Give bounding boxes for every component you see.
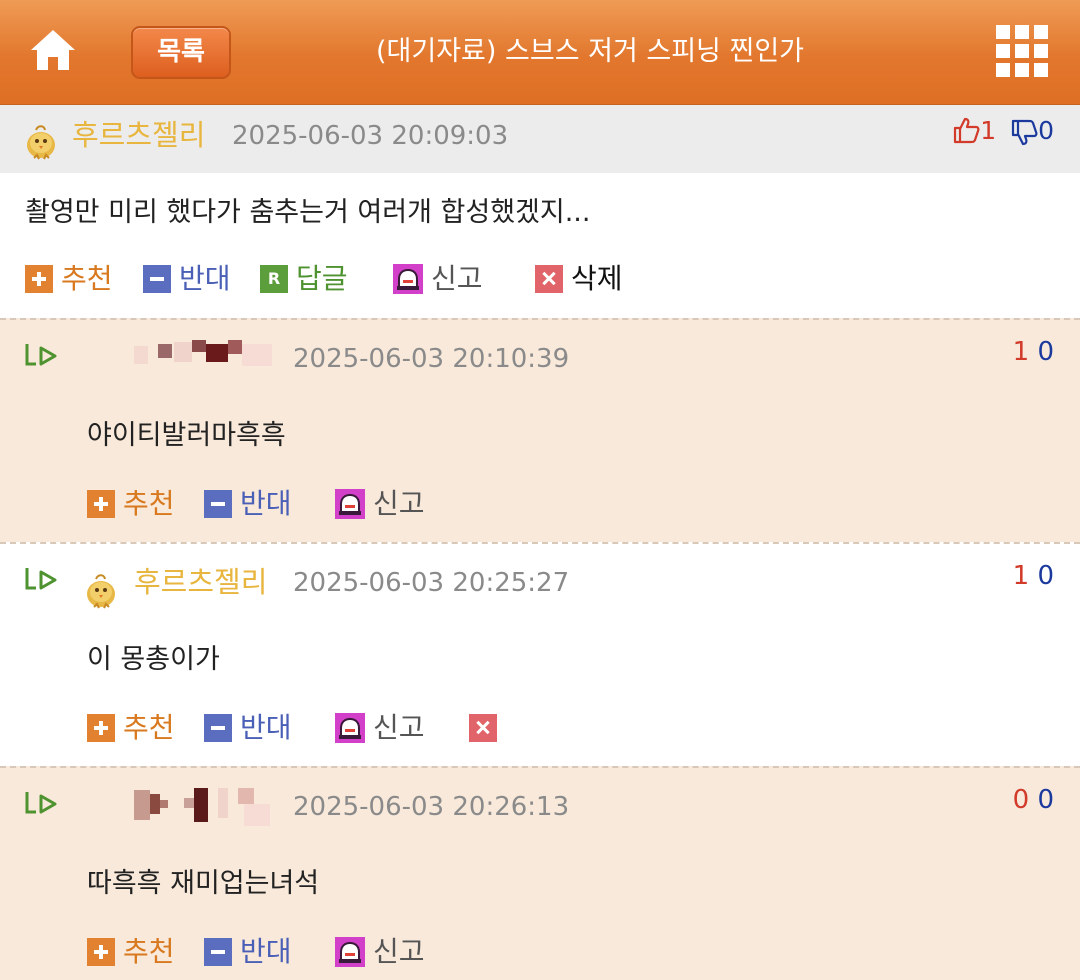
chick-avatar-icon (27, 125, 55, 160)
delete-button[interactable]: 삭제 (535, 259, 623, 299)
reply-comment: 2025-06-03 20:10:39 1 0 야이티발러마흑흑 추천 반대 신… (0, 318, 1080, 542)
author-nickname[interactable]: 후르츠젤리 (134, 564, 267, 600)
report-label: 신고 (373, 935, 425, 968)
recommend-button[interactable]: 추천 (87, 484, 175, 524)
oppose-label: 반대 (240, 711, 292, 744)
top-bar: 목록 (대기자료) 스브스 저거 스피닝 찐인가 (0, 0, 1080, 105)
siren-icon (335, 937, 365, 967)
comment-actions: 추천 반대 신고 (87, 484, 587, 524)
upvote-count: 1 (980, 116, 997, 145)
plus-icon (87, 490, 115, 518)
vote-counts: 1 0 (952, 113, 1054, 149)
reply-comment: 2025-06-03 20:26:13 0 0 따흑흑 재미업는녀석 추천 반대… (0, 766, 1080, 980)
plus-icon (87, 938, 115, 966)
plus-icon (25, 265, 53, 293)
reply-arrow-icon (25, 344, 57, 366)
close-icon (469, 714, 497, 742)
recommend-label: 추천 (123, 711, 175, 744)
oppose-label: 반대 (240, 487, 292, 520)
downvote-count: 0 (1037, 337, 1054, 367)
reply-comment: 후르츠젤리 2025-06-03 20:25:27 1 0 이 몽총이가 추천 … (0, 542, 1080, 766)
author-nickname-blurred[interactable] (134, 340, 276, 376)
report-button[interactable]: 신고 (393, 259, 483, 299)
reply-arrow-icon (25, 792, 57, 814)
delete-label: 삭제 (571, 262, 623, 295)
report-label: 신고 (373, 711, 425, 744)
recommend-label: 추천 (61, 262, 113, 295)
comment-timestamp: 2025-06-03 20:26:13 (293, 792, 570, 822)
thumbs-down-icon (1011, 119, 1038, 146)
close-icon (535, 265, 563, 293)
oppose-label: 반대 (240, 935, 292, 968)
comment-text: 야이티발러마흑흑 (87, 420, 286, 451)
minus-icon (204, 938, 232, 966)
comment-actions: 추천 반대 신고 (87, 708, 587, 748)
list-button[interactable]: 목록 (131, 26, 231, 79)
comment-actions: 추천 반대 R 답글 신고 삭제 (25, 259, 1025, 299)
recommend-label: 추천 (123, 487, 175, 520)
author-nickname[interactable]: 후르츠젤리 (72, 117, 205, 153)
reply-badge-icon: R (260, 265, 288, 293)
report-label: 신고 (373, 487, 425, 520)
oppose-button[interactable]: 반대 (204, 708, 292, 748)
comment-timestamp: 2025-06-03 20:09:03 (232, 121, 509, 151)
page-title: (대기자료) 스브스 저거 스피닝 찐인가 (376, 36, 804, 67)
downvote-count: 0 (1037, 785, 1054, 815)
report-button[interactable]: 신고 (335, 932, 425, 972)
comment-body: 촬영만 미리 했다가 춤추는거 여러개 합성했겠지... 추천 반대 R 답글 신… (0, 173, 1080, 318)
comment-text: 이 몽총이가 (87, 644, 220, 675)
siren-icon (335, 713, 365, 743)
report-button[interactable]: 신고 (335, 708, 425, 748)
oppose-label: 반대 (179, 262, 231, 295)
author-nickname-blurred[interactable] (134, 786, 276, 826)
chick-avatar-icon (87, 574, 115, 609)
minus-icon (204, 714, 232, 742)
minus-icon (204, 490, 232, 518)
reply-label: 답글 (296, 262, 348, 295)
reply-arrow-icon (25, 568, 57, 590)
comment-header: 후르츠젤리 2025-06-03 20:09:03 1 0 (0, 105, 1080, 173)
siren-icon (335, 489, 365, 519)
siren-icon (393, 264, 423, 294)
upvote-count: 1 (1012, 337, 1030, 367)
oppose-button[interactable]: 반대 (143, 259, 231, 299)
comment-timestamp: 2025-06-03 20:25:27 (293, 568, 570, 598)
downvote-count: 0 (1038, 116, 1054, 145)
report-button[interactable]: 신고 (335, 484, 425, 524)
oppose-button[interactable]: 반대 (204, 484, 292, 524)
delete-button[interactable] (469, 708, 505, 748)
grid-menu-button[interactable] (996, 25, 1048, 77)
thumbs-up-icon (954, 117, 980, 144)
home-button[interactable] (28, 26, 78, 76)
minus-icon (143, 265, 171, 293)
home-icon (31, 30, 75, 70)
reply-button[interactable]: R 답글 (260, 259, 348, 299)
vote-counts: 1 0 (1013, 558, 1054, 594)
comment-text: 촬영만 미리 했다가 춤추는거 여러개 합성했겠지... (25, 197, 591, 228)
upvote-count: 1 (1012, 561, 1030, 591)
downvote-count: 0 (1037, 561, 1054, 591)
comment-actions: 추천 반대 신고 (87, 932, 587, 972)
recommend-label: 추천 (123, 935, 175, 968)
comment-text: 따흑흑 재미업는녀석 (87, 868, 320, 899)
plus-icon (87, 714, 115, 742)
upvote-count: 0 (1012, 785, 1030, 815)
comment-timestamp: 2025-06-03 20:10:39 (293, 344, 570, 374)
report-label: 신고 (431, 262, 483, 295)
recommend-button[interactable]: 추천 (87, 932, 175, 972)
oppose-button[interactable]: 반대 (204, 932, 292, 972)
recommend-button[interactable]: 추천 (25, 259, 113, 299)
recommend-button[interactable]: 추천 (87, 708, 175, 748)
vote-counts: 1 0 (1013, 334, 1054, 370)
vote-counts: 0 0 (1013, 782, 1054, 818)
